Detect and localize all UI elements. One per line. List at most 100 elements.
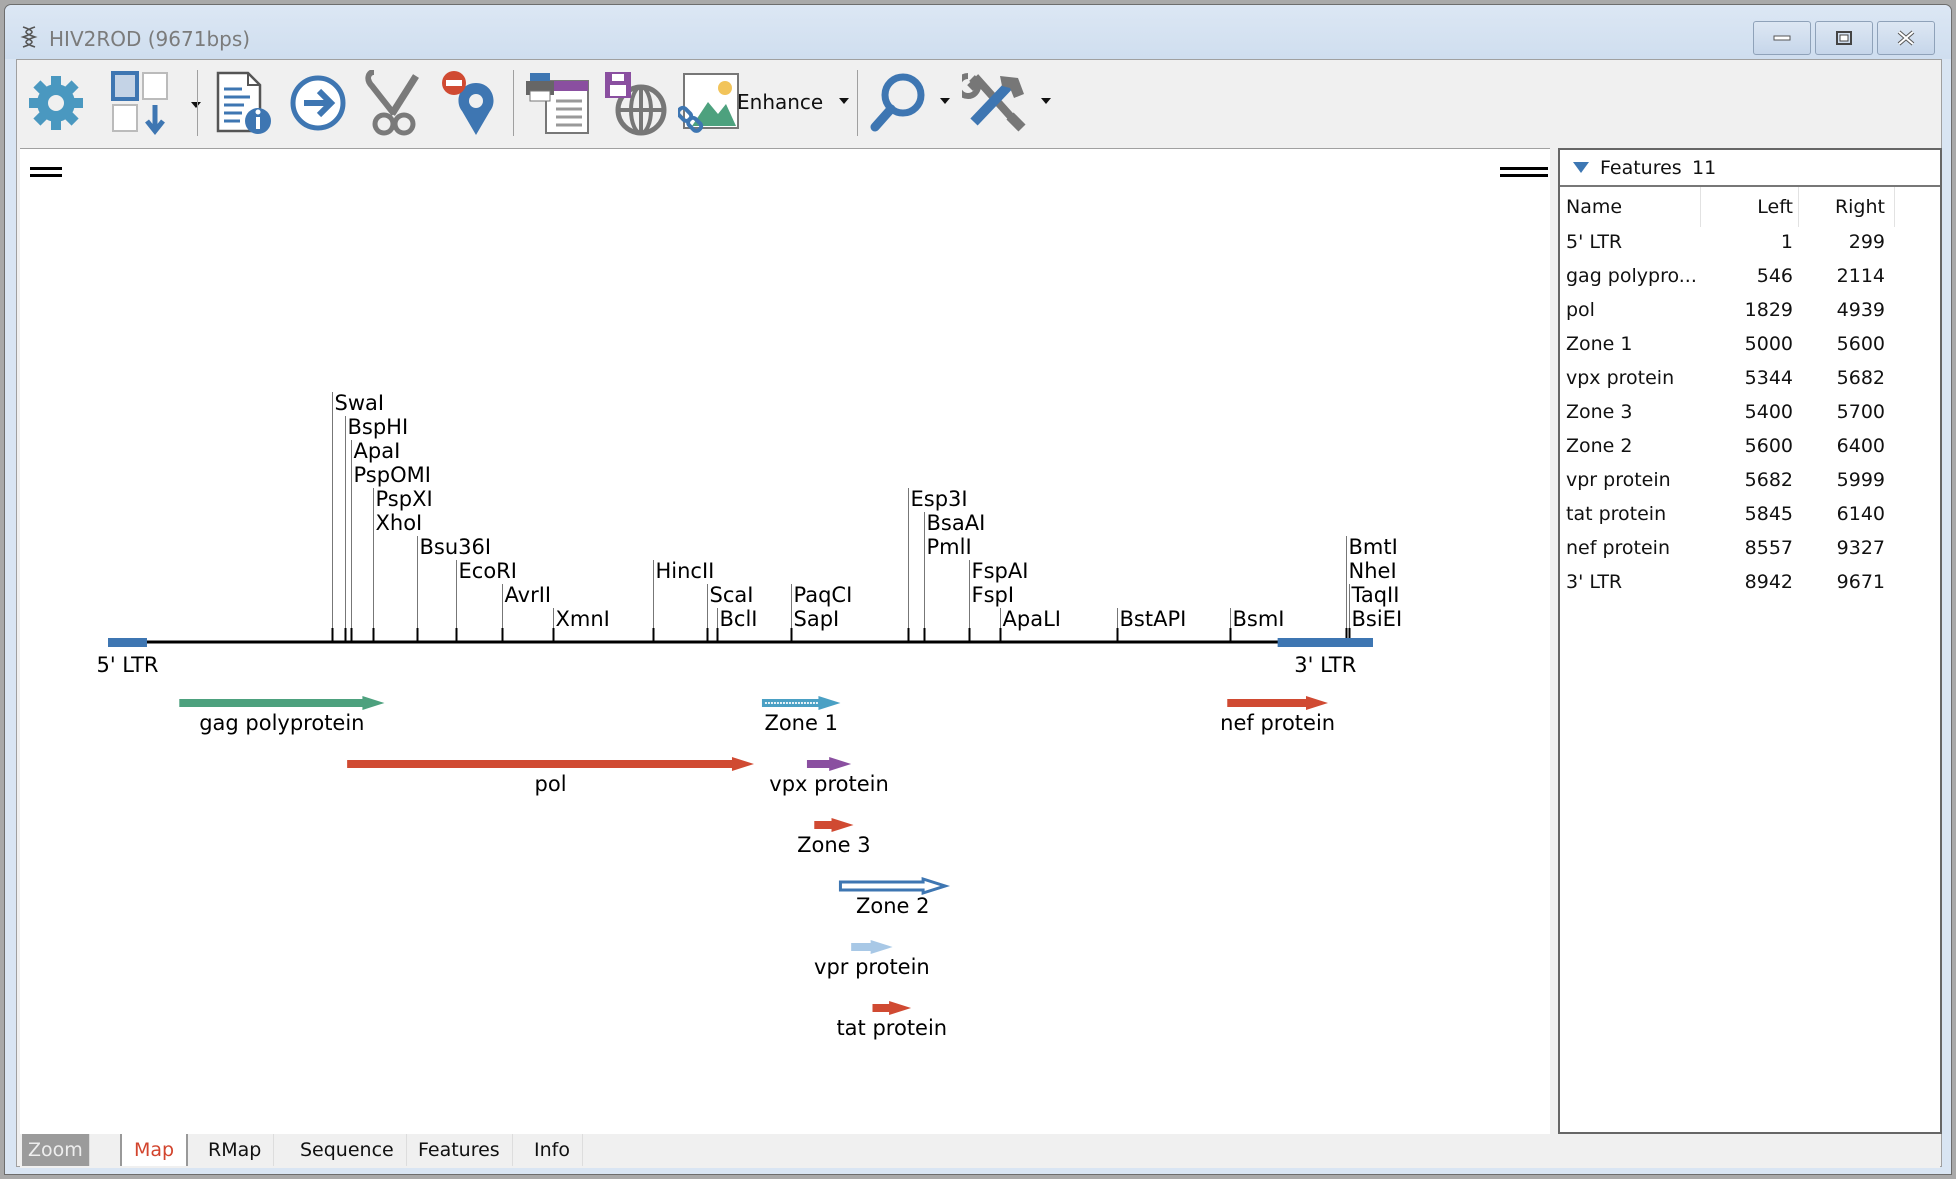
enzyme-label[interactable]: ApaI [354, 439, 401, 463]
enzyme-label[interactable]: TaqII [1351, 583, 1400, 607]
enzyme-site-bsu36i[interactable]: Bsu36I [416, 535, 492, 642]
tab-zoom[interactable]: Zoom [22, 1134, 90, 1166]
enzyme-label[interactable]: BstAPI [1120, 607, 1187, 631]
tab-rmap[interactable]: RMap [196, 1134, 275, 1166]
enzyme-label[interactable]: Bsu36I [420, 535, 492, 559]
column-separator[interactable] [1700, 187, 1701, 227]
tab-features[interactable]: Features [406, 1134, 513, 1166]
enzyme-label[interactable]: NheI [1349, 559, 1397, 583]
feature-row[interactable]: pol 1829 4939 [1560, 295, 1940, 329]
tab-info[interactable]: Info [522, 1134, 583, 1166]
tab-sequence[interactable]: Sequence [288, 1134, 407, 1166]
maximize-button[interactable] [1815, 21, 1873, 55]
map-right-handle[interactable] [1500, 167, 1548, 177]
enzyme-label[interactable]: AvrII [505, 583, 552, 607]
tab-map[interactable]: Map [120, 1134, 189, 1166]
chevron-down-icon[interactable] [191, 102, 201, 108]
go-button[interactable] [285, 70, 351, 136]
feature-row[interactable]: nef protein 8557 9327 [1560, 533, 1940, 567]
feature-label[interactable]: pol [535, 772, 567, 796]
title-bar[interactable]: HIV2ROD (9671bps) [5, 5, 1951, 59]
tools-button[interactable] [957, 70, 1033, 136]
enzyme-label[interactable]: BmtI [1349, 535, 1398, 559]
save-web-button[interactable] [601, 70, 671, 136]
enzyme-label[interactable]: XhoI [376, 511, 423, 535]
enzyme-label[interactable]: BclI [720, 607, 758, 631]
feature-tat-protein[interactable]: tat protein [836, 1001, 947, 1040]
enzyme-label[interactable]: EcoRI [459, 559, 517, 583]
feature-row[interactable]: 3' LTR 8942 9671 [1560, 567, 1940, 601]
column-header-left[interactable]: Left [1710, 187, 1793, 227]
feature-label[interactable]: vpx protein [769, 772, 889, 796]
enzyme-label[interactable]: ApaLI [1003, 607, 1061, 631]
cut-button[interactable] [361, 70, 427, 136]
feature-label[interactable]: 5' LTR [96, 653, 158, 677]
column-header-name[interactable]: Name [1566, 187, 1622, 227]
feature-nef-protein[interactable]: nef protein [1220, 696, 1335, 735]
feature-row[interactable]: vpx protein 5344 5682 [1560, 363, 1940, 397]
feature-label[interactable]: vpr protein [814, 955, 930, 979]
enhance-label[interactable]: Enhance [737, 90, 823, 114]
enzyme-label[interactable]: SwaI [335, 391, 385, 415]
enzyme-label[interactable]: FspAI [972, 559, 1029, 583]
settings-button[interactable] [23, 70, 89, 136]
feature-vpr-protein[interactable]: vpr protein [814, 940, 930, 979]
print-button[interactable] [523, 70, 595, 136]
enzyme-label[interactable]: Esp3I [911, 487, 968, 511]
feature-row[interactable]: vpr protein 5682 5999 [1560, 465, 1940, 499]
map-canvas[interactable]: SwaIBspHIApaIPspOMIPspXIXhoIBsu36IEcoRIA… [20, 149, 1550, 1135]
enzyme-label[interactable]: BsmI [1233, 607, 1285, 631]
feature-row[interactable]: tat protein 5845 6140 [1560, 499, 1940, 533]
feature-label[interactable]: 3' LTR [1294, 653, 1356, 677]
column-separator[interactable] [1894, 187, 1895, 227]
enzyme-label[interactable]: PspXI [376, 487, 433, 511]
feature-label[interactable]: Zone 3 [797, 833, 871, 857]
chevron-down-icon[interactable] [940, 98, 950, 104]
feature-label[interactable]: Zone 2 [856, 894, 930, 918]
column-header-right[interactable]: Right [1804, 187, 1885, 227]
feature-label[interactable]: nef protein [1220, 711, 1335, 735]
enzyme-label[interactable]: BsaAI [927, 511, 986, 535]
sequence-map[interactable]: SwaI BspHI ApaI PspOMI PspXI XhoI Bsu36I EcoRI A… [20, 148, 1550, 1134]
collapse-triangle-icon[interactable] [1573, 162, 1589, 173]
enzyme-label[interactable]: XmnI [556, 607, 610, 631]
column-separator[interactable] [1798, 187, 1799, 227]
chevron-down-icon[interactable] [839, 98, 849, 104]
features-header[interactable]: Features 11 [1560, 150, 1940, 187]
feature-zone-2[interactable]: Zone 2 [838, 876, 951, 918]
feature-gag-polyprotein[interactable]: gag polyprotein [179, 696, 385, 735]
feature-row[interactable]: Zone 3 5400 5700 [1560, 397, 1940, 431]
feature-zone-1[interactable]: Zone 1 [761, 696, 841, 735]
enzyme-label[interactable]: BspHI [348, 415, 409, 439]
minimize-button[interactable] [1753, 21, 1811, 55]
enzyme-label[interactable]: FspI [972, 583, 1015, 607]
enzyme-label[interactable]: PspOMI [354, 463, 431, 487]
feature-label[interactable]: tat protein [836, 1016, 947, 1040]
enzyme-site-hincii[interactable]: HincII [652, 559, 715, 642]
enzyme-site-sapi[interactable]: SapI [790, 607, 840, 642]
enzyme-site-bstapi[interactable]: BstAPI [1116, 607, 1187, 642]
enzyme-label[interactable]: BsiEI [1352, 607, 1403, 631]
feature-row[interactable]: Zone 1 5000 5600 [1560, 329, 1940, 363]
layout-button[interactable] [101, 70, 201, 136]
feature-label[interactable]: gag polyprotein [199, 711, 364, 735]
close-button[interactable] [1877, 21, 1935, 55]
enzyme-site-bsmi[interactable]: BsmI [1229, 607, 1285, 642]
enzyme-label[interactable]: HincII [656, 559, 715, 583]
document-info-button[interactable] [211, 70, 277, 136]
chevron-down-icon[interactable] [1041, 98, 1051, 104]
feature-pol[interactable]: pol [347, 757, 754, 796]
enzyme-label[interactable]: PaqCI [794, 583, 853, 607]
feature-row[interactable]: gag polypro... 546 2114 [1560, 261, 1940, 295]
enzyme-label[interactable]: ScaI [710, 583, 754, 607]
enhance-button[interactable] [677, 70, 741, 136]
enzyme-site-xmni[interactable]: XmnI [552, 607, 610, 642]
remove-site-button[interactable] [437, 70, 503, 136]
search-button[interactable] [863, 70, 933, 136]
enzyme-site-avrii[interactable]: AvrII [501, 583, 552, 642]
feature-row[interactable]: Zone 2 5600 6400 [1560, 431, 1940, 465]
feature-vpx-protein[interactable]: vpx protein [769, 757, 889, 796]
map-left-handle[interactable] [30, 167, 62, 177]
enzyme-site-pmli[interactable]: PmlI [923, 535, 972, 642]
feature-zone-3[interactable]: Zone 3 [797, 818, 871, 857]
